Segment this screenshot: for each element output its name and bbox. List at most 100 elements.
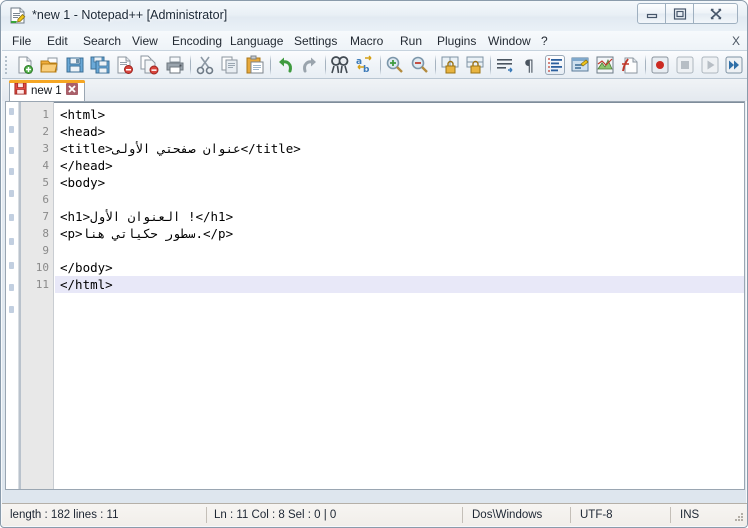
- unsaved-document-icon: [14, 82, 27, 100]
- status-divider: [206, 507, 207, 523]
- status-divider: [570, 507, 571, 523]
- bookmark-margin[interactable]: [6, 102, 19, 489]
- zoom-out-icon[interactable]: [410, 55, 430, 75]
- save-all-icon[interactable]: [90, 55, 110, 75]
- close-file-icon[interactable]: [115, 55, 135, 75]
- code-line[interactable]: <title>عنوان صفحتي الأولى</title>: [55, 140, 744, 157]
- code-line[interactable]: [55, 242, 744, 259]
- toolbar-separator: [190, 55, 191, 75]
- line-number: 2: [42, 125, 49, 138]
- document-map-icon[interactable]: [595, 55, 615, 75]
- code-line[interactable]: [55, 191, 744, 208]
- menu-item-help[interactable]: ?: [536, 33, 553, 49]
- replace-icon[interactable]: a b: [355, 55, 375, 75]
- status-divider: [462, 507, 463, 523]
- close-document-button[interactable]: X: [732, 33, 740, 49]
- show-all-characters-icon[interactable]: ¶: [520, 55, 540, 75]
- redo-icon[interactable]: [300, 55, 320, 75]
- toolbar: a b ¶: [2, 51, 747, 79]
- svg-text:¶: ¶: [524, 56, 534, 75]
- status-document-length: length : 182 lines : 11: [10, 509, 119, 521]
- code-line[interactable]: <body>: [55, 174, 744, 191]
- notepadpp-window: *new 1 - Notepad++ [Administrator] File …: [0, 0, 748, 528]
- menu-bar: File Edit Search View Encoding Language …: [2, 31, 747, 51]
- user-defined-dialog-icon[interactable]: [570, 55, 590, 75]
- toolbar-separator: [325, 55, 326, 75]
- play-macro-icon[interactable]: [700, 55, 720, 75]
- tab-close-icon[interactable]: [65, 82, 78, 100]
- toolbar-separator: [380, 55, 381, 75]
- toolbar-grip[interactable]: [5, 55, 9, 75]
- menu-item-edit[interactable]: Edit: [42, 33, 73, 49]
- menu-item-search[interactable]: Search: [78, 33, 126, 49]
- line-number: 1: [42, 108, 49, 121]
- resize-grip-icon[interactable]: [732, 511, 745, 524]
- line-number: 4: [42, 159, 49, 172]
- status-insert-mode[interactable]: INS: [680, 504, 720, 526]
- paste-icon[interactable]: [245, 55, 265, 75]
- code-line[interactable]: <h1>العنوان الأول !</h1>: [55, 208, 744, 225]
- menu-item-encoding[interactable]: Encoding: [167, 33, 227, 49]
- word-wrap-icon[interactable]: [495, 55, 515, 75]
- minimize-button[interactable]: [637, 3, 666, 24]
- maximize-button[interactable]: [665, 3, 694, 24]
- stop-recording-icon[interactable]: [675, 55, 695, 75]
- run-macro-multiple-icon[interactable]: [724, 55, 744, 75]
- line-number-gutter: 1 2 3 4 5 6 7 8 9 10 11: [21, 102, 54, 489]
- line-number: 11: [35, 278, 49, 291]
- line-number: 8: [42, 227, 49, 240]
- minimize-icon: [646, 13, 657, 18]
- status-caret-position: Ln : 11 Col : 8 Sel : 0 | 0: [214, 509, 337, 521]
- code-line[interactable]: </body>: [55, 259, 744, 276]
- line-number: 6: [42, 193, 49, 206]
- sync-vertical-scroll-icon[interactable]: [440, 55, 460, 75]
- code-editor[interactable]: 1 2 3 4 5 6 7 8 9 10 11 <html> <head> <t…: [5, 101, 745, 490]
- menu-item-file[interactable]: File: [7, 33, 36, 49]
- copy-icon[interactable]: [220, 55, 240, 75]
- close-icon: [709, 8, 722, 19]
- tab-label: new 1: [31, 85, 62, 97]
- notepad-plus-plus-icon: [9, 7, 26, 24]
- open-file-icon[interactable]: [40, 55, 60, 75]
- code-text-area[interactable]: <html> <head> <title>عنوان صفحتي الأولى<…: [55, 102, 744, 489]
- restore-icon: [673, 7, 686, 20]
- svg-text:b: b: [363, 65, 370, 75]
- menu-item-plugins[interactable]: Plugins: [432, 33, 481, 49]
- close-all-files-icon[interactable]: [140, 55, 160, 75]
- menu-item-macro[interactable]: Macro: [345, 33, 388, 49]
- status-eol-format[interactable]: Dos\Windows: [472, 504, 567, 526]
- zoom-in-icon[interactable]: [385, 55, 405, 75]
- menu-item-settings[interactable]: Settings: [289, 33, 342, 49]
- code-line[interactable]: <p>سطور حكياتي هنا.</p>: [55, 225, 744, 242]
- record-macro-icon[interactable]: [650, 55, 670, 75]
- window-title: *new 1 - Notepad++ [Administrator]: [32, 8, 228, 22]
- code-line[interactable]: <head>: [55, 123, 744, 140]
- menu-item-view[interactable]: View: [127, 33, 163, 49]
- line-number: 5: [42, 176, 49, 189]
- status-divider: [670, 507, 671, 523]
- menu-item-language[interactable]: Language: [225, 33, 288, 49]
- find-icon[interactable]: [330, 55, 350, 75]
- line-number: 7: [42, 210, 49, 223]
- title-bar: *new 1 - Notepad++ [Administrator]: [1, 1, 747, 31]
- tab-new-1[interactable]: new 1: [9, 80, 85, 101]
- code-line[interactable]: </head>: [55, 157, 744, 174]
- save-icon[interactable]: [65, 55, 85, 75]
- code-line-current[interactable]: </html>: [55, 276, 744, 293]
- menu-item-window[interactable]: Window: [483, 33, 536, 49]
- toolbar-separator: [270, 55, 271, 75]
- sync-horizontal-scroll-icon[interactable]: [465, 55, 485, 75]
- indent-guideline-icon[interactable]: [545, 55, 565, 75]
- function-list-icon[interactable]: [620, 55, 640, 75]
- new-file-icon[interactable]: [15, 55, 35, 75]
- code-line[interactable]: <html>: [55, 106, 744, 123]
- print-icon[interactable]: [165, 55, 185, 75]
- status-encoding[interactable]: UTF-8: [580, 504, 665, 526]
- cut-icon[interactable]: [195, 55, 215, 75]
- toolbar-separator: [645, 55, 646, 75]
- menu-item-run[interactable]: Run: [395, 33, 427, 49]
- line-number: 3: [42, 142, 49, 155]
- line-number: 9: [42, 244, 49, 257]
- undo-icon[interactable]: [275, 55, 295, 75]
- close-button[interactable]: [693, 3, 738, 24]
